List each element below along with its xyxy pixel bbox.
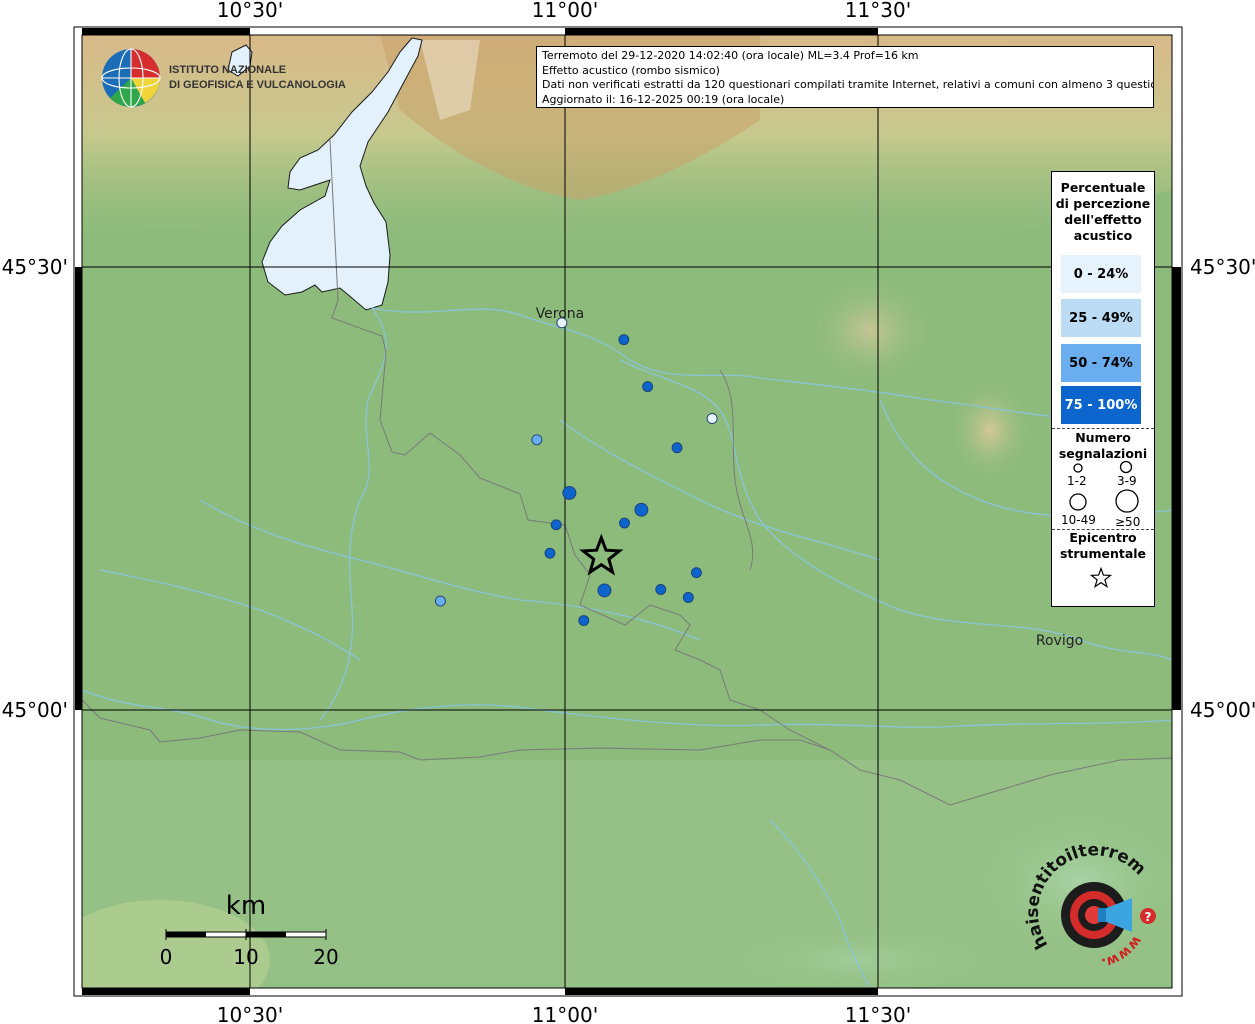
observation-point: [655, 584, 667, 595]
svg-text:?: ?: [1145, 910, 1152, 924]
top-tick-label: 11°30': [845, 0, 911, 22]
event-info-line: Dati non verificati estratti da 120 ques…: [542, 78, 1154, 91]
legend-star-icon: [1089, 566, 1113, 589]
count-circle-50plus: [1115, 489, 1139, 513]
observation-point: [682, 592, 694, 603]
observation-point: [578, 615, 590, 626]
observation-point: [531, 434, 543, 446]
scale-label-0: 0: [160, 945, 173, 969]
globe-icon: [101, 48, 161, 108]
scale-label-10: 10: [233, 945, 258, 969]
event-info-line: Aggiornato il: 16-12-2025 00:19 (ora loc…: [542, 92, 785, 106]
observation-point: [642, 381, 654, 393]
count-label: 3-9: [1117, 474, 1137, 488]
right-tick-label: 45°00': [1190, 698, 1255, 722]
event-info-line: Effetto acustico (rombo sismico): [542, 63, 720, 77]
legend-epicenter-title: strumentale: [1059, 546, 1147, 561]
observation-point: [544, 547, 556, 559]
observation-point: [550, 519, 562, 531]
observation-point: [619, 517, 630, 529]
bottom-tick-label: 10°30': [217, 1003, 283, 1024]
observation-point: [691, 567, 702, 579]
count-label: 10-49: [1061, 513, 1096, 527]
top-tick-label: 10°30': [217, 0, 283, 22]
observation-point: [597, 583, 612, 598]
observation-point: [556, 317, 568, 329]
ingv-name-line2: DI GEOFISICA E VULCANOLOGIA: [169, 79, 346, 91]
place-label-rovigo: Rovigo: [1036, 633, 1083, 649]
observation-point: [562, 485, 577, 500]
observation-point: [671, 442, 683, 454]
scale-unit: km: [226, 891, 266, 921]
event-info-line: Terremoto del 29-12-2020 14:02:40 (ora l…: [542, 49, 919, 62]
ingv-name-line1: ISTITUTO NAZIONALE: [169, 64, 286, 76]
observation-point: [634, 502, 649, 517]
event-info-box: Terremoto del 29-12-2020 14:02:40 (ora l…: [536, 46, 1154, 108]
legend: Percentuale di percezione dell'effetto a…: [1051, 171, 1155, 607]
count-label: 1-2: [1067, 474, 1087, 488]
count-circle-1-2: [1073, 463, 1083, 473]
observation-point: [706, 413, 718, 424]
observation-point: [618, 334, 630, 346]
observation-point: [434, 595, 446, 607]
right-tick-label: 45°30': [1190, 255, 1255, 279]
left-tick-label: 45°00': [2, 698, 68, 722]
top-tick-label: 11°00': [532, 0, 598, 22]
count-circle-3-9: [1119, 460, 1133, 474]
question-icon: ?: [1140, 908, 1156, 924]
legend-epicenter-title: Epicentro: [1069, 530, 1137, 545]
left-tick-label: 45°30': [2, 255, 68, 279]
count-circle-10-49: [1069, 493, 1087, 511]
count-label: ≥50: [1115, 515, 1141, 529]
bottom-tick-label: 11°00': [532, 1003, 598, 1024]
scale-label-20: 20: [313, 945, 338, 969]
bottom-tick-label: 11°30': [845, 1003, 911, 1024]
